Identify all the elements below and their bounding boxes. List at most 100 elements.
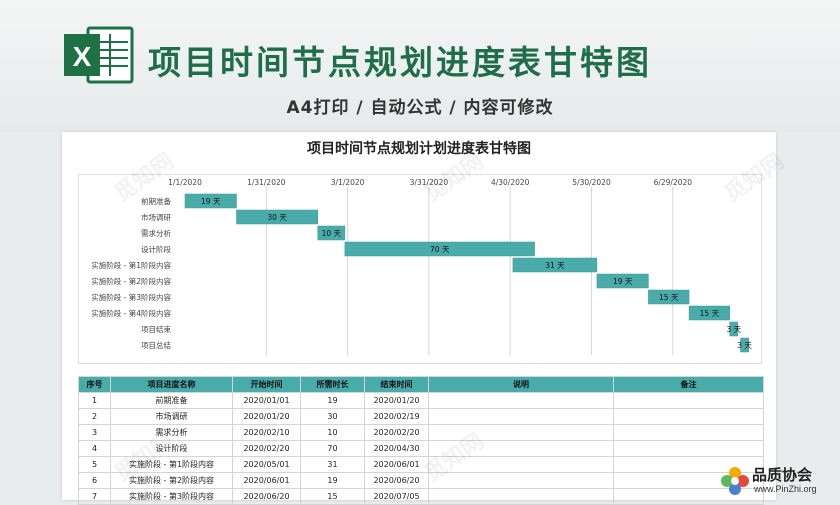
y-category-label: 市场调研 — [141, 212, 171, 222]
table-header-cell: 说明 — [428, 376, 614, 393]
table-cell[interactable] — [428, 392, 614, 409]
bar-data-label: 31 天 — [545, 261, 565, 270]
table-cell[interactable]: 2020/07/05 — [364, 488, 429, 505]
table-cell[interactable] — [428, 488, 614, 505]
table-cell[interactable]: 2020/02/10 — [232, 424, 301, 441]
table-cell[interactable]: 2 — [78, 408, 111, 425]
bar-data-label: 3 天 — [726, 325, 741, 334]
table-row: 6 实施阶段 - 第2阶段内容 2020/06/01 19 2020/06/20 — [78, 472, 764, 489]
table-cell[interactable] — [613, 424, 764, 441]
table-cell[interactable]: 70 — [300, 440, 365, 457]
table-cell[interactable]: 3 — [78, 424, 111, 441]
table-cell[interactable]: 31 — [300, 456, 365, 473]
x-tick-label: 1/31/2020 — [247, 178, 286, 187]
table-cell[interactable]: 2020/04/30 — [364, 440, 429, 457]
table-row: 4 设计阶段 2020/02/20 70 2020/04/30 — [78, 440, 764, 457]
bar-data-label: 30 天 — [267, 213, 287, 222]
table-row: 3 需求分析 2020/02/10 10 2020/02/20 — [78, 424, 764, 441]
bar-data-label: 70 天 — [430, 245, 450, 254]
x-tick-label: 3/1/2020 — [331, 178, 365, 187]
chart-title: 项目时间节点规划计划进度表甘特图 — [307, 141, 531, 157]
bar-data-label: 10 天 — [322, 229, 342, 238]
y-category-label: 设计阶段 — [141, 244, 171, 254]
table-cell[interactable]: 前期准备 — [110, 392, 233, 409]
y-category-label: 实施阶段 - 第2阶段内容 — [91, 276, 171, 286]
x-tick-label: 3/31/2020 — [410, 178, 449, 187]
x-tick-label: 4/30/2020 — [491, 178, 530, 187]
spreadsheet-sheet: 项目时间节点规划计划进度表甘特图 1/1/2020 1/31/2020 3/1/20… — [62, 132, 776, 505]
table-row: 5 实施阶段 - 第1阶段内容 2020/05/01 31 2020/06/01 — [78, 456, 764, 473]
table-cell[interactable]: 2020/05/01 — [232, 456, 301, 473]
x-tick-label: 5/30/2020 — [572, 178, 611, 187]
table-cell[interactable]: 1 — [78, 392, 111, 409]
table-cell[interactable]: 2020/06/20 — [232, 488, 301, 505]
table-cell[interactable]: 2020/06/20 — [364, 472, 429, 489]
table-cell[interactable]: 19 — [300, 392, 365, 409]
table-cell[interactable]: 设计阶段 — [110, 440, 233, 457]
gantt-chart-svg: 1/1/2020 1/31/2020 3/1/2020 3/31/2020 4/30/2… — [91, 178, 752, 355]
y-category-label: 需求分析 — [141, 228, 171, 238]
table-cell[interactable] — [613, 392, 764, 409]
gantt-chart: 1/1/2020 1/31/2020 3/1/2020 3/31/2020 4/30/2… — [78, 174, 762, 364]
x-tick-label: 6/29/2020 — [654, 178, 693, 187]
table-row: 1 前期准备 2020/01/01 19 2020/01/20 — [78, 392, 764, 409]
table-cell[interactable]: 实施阶段 - 第3阶段内容 — [110, 488, 233, 505]
table-cell[interactable] — [428, 472, 614, 489]
table-cell[interactable] — [613, 408, 764, 425]
svg-text:X: X — [73, 41, 92, 72]
bar-data-label: 19 天 — [613, 277, 633, 286]
table-cell[interactable]: 需求分析 — [110, 424, 233, 441]
table-header-cell: 所需时长 — [300, 376, 365, 393]
y-category-label: 实施阶段 - 第1阶段内容 — [91, 260, 171, 270]
table-cell[interactable]: 6 — [78, 472, 111, 489]
schedule-table: 序号 项目进度名称 开始时间 所需时长 结束时间 说明 备注 1 前期准备 2020/01/01… — [78, 376, 764, 505]
y-category-label: 项目总结 — [141, 340, 171, 350]
excel-logo-icon: X — [64, 26, 134, 84]
table-header-row: 序号 项目进度名称 开始时间 所需时长 结束时间 说明 备注 — [78, 376, 764, 393]
table-header-cell: 序号 — [78, 376, 111, 393]
table-cell[interactable]: 2020/06/01 — [364, 456, 429, 473]
table-cell[interactable]: 30 — [300, 408, 365, 425]
table-cell[interactable] — [428, 440, 614, 457]
x-tick-label: 1/1/2020 — [168, 178, 202, 187]
table-cell[interactable]: 实施阶段 - 第1阶段内容 — [110, 456, 233, 473]
table-cell[interactable]: 15 — [300, 488, 365, 505]
table-row: 7 实施阶段 - 第3阶段内容 2020/06/20 15 2020/07/05 — [78, 488, 764, 505]
table-cell[interactable]: 10 — [300, 424, 365, 441]
table-cell[interactable]: 2020/02/20 — [232, 440, 301, 457]
table-cell[interactable]: 实施阶段 - 第2阶段内容 — [110, 472, 233, 489]
table-cell[interactable] — [428, 424, 614, 441]
brand-badge: 品质协会 www.PinZhi.org — [716, 462, 840, 500]
table-cell[interactable]: 2020/01/20 — [364, 392, 429, 409]
table-cell[interactable]: 市场调研 — [110, 408, 233, 425]
table-header-cell: 备注 — [613, 376, 764, 393]
table-header-cell: 项目进度名称 — [110, 376, 233, 393]
brand-url: www.PinZhi.org — [754, 484, 817, 494]
table-header-cell: 开始时间 — [232, 376, 301, 393]
table-cell[interactable]: 19 — [300, 472, 365, 489]
table-cell[interactable] — [428, 408, 614, 425]
table-cell[interactable]: 2020/06/01 — [232, 472, 301, 489]
table-cell[interactable]: 2020/02/20 — [364, 424, 429, 441]
table-cell[interactable]: 2020/02/19 — [364, 408, 429, 425]
table-cell[interactable] — [428, 456, 614, 473]
page-title: 项目时间节点规划进度表甘特图 — [148, 43, 652, 82]
bar-data-label: 15 天 — [659, 293, 679, 302]
table-cell[interactable] — [613, 440, 764, 457]
y-category-label: 实施阶段 - 第3阶段内容 — [91, 292, 171, 302]
table-cell[interactable]: 7 — [78, 488, 111, 505]
table-cell[interactable]: 2020/01/20 — [232, 408, 301, 425]
y-category-label: 项目结束 — [141, 324, 171, 334]
page-subtitle: A4打印 / 自动公式 / 内容可修改 — [286, 98, 554, 118]
table-cell[interactable]: 2020/01/01 — [232, 392, 301, 409]
brand-name: 品质协会 — [752, 466, 813, 484]
flower-logo-icon — [721, 467, 749, 495]
table-cell[interactable]: 5 — [78, 456, 111, 473]
table-cell[interactable]: 4 — [78, 440, 111, 457]
y-category-label: 前期准备 — [141, 196, 171, 206]
bar-data-label: 15 天 — [700, 309, 720, 318]
table-body: 1 前期准备 2020/01/01 19 2020/01/20 2 市场调研 2020/01/… — [78, 392, 764, 505]
table-header-cell: 结束时间 — [364, 376, 429, 393]
bar-data-label: 19 天 — [201, 197, 221, 206]
bar-data-label: 3 天 — [737, 341, 752, 350]
